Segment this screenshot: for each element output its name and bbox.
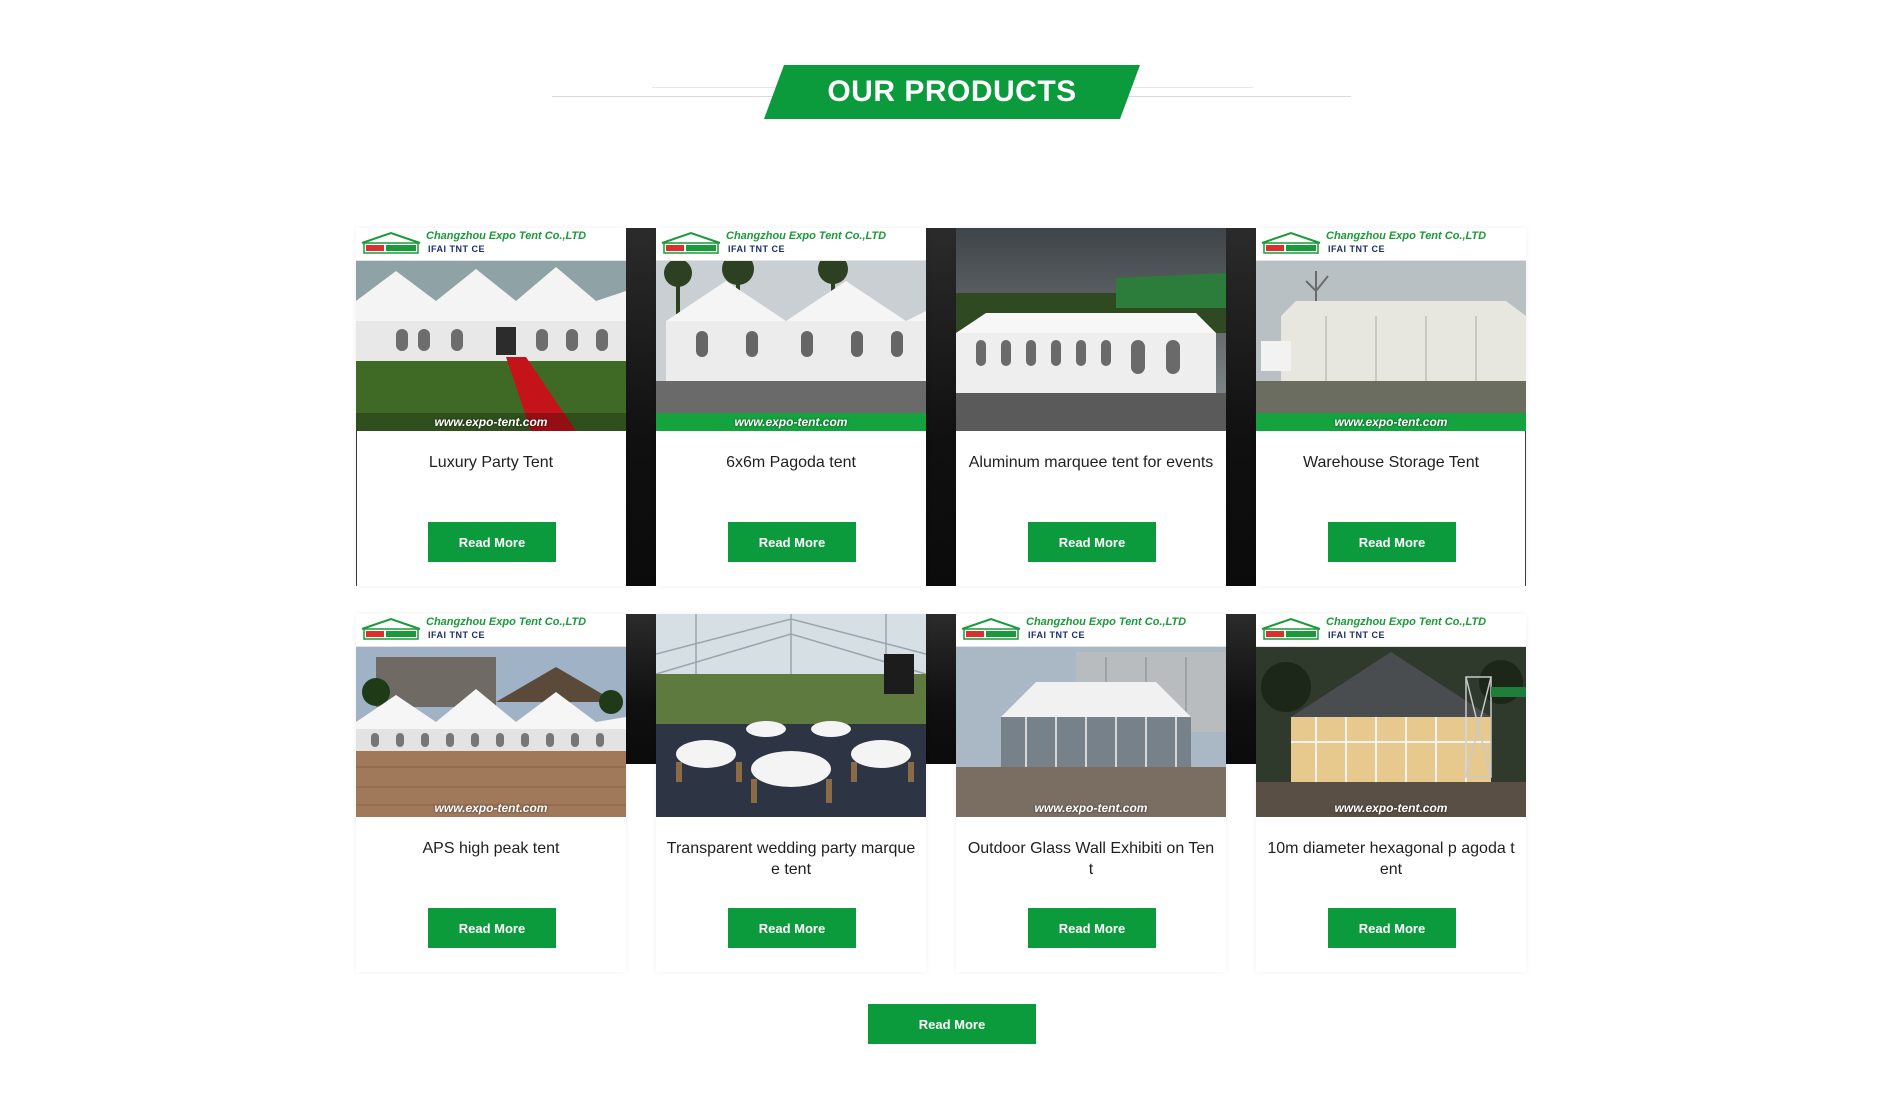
aluminum-marquee-photo [956,228,1226,431]
card-gap-decoration [626,614,656,764]
product-title[interactable]: Transparent wedding party marquee tent [666,838,916,880]
product-row: Changzhou Expo Tent Co.,LTD IFAI TNT CE [356,614,1528,972]
product-title[interactable]: 6x6m Pagoda tent [666,452,916,473]
read-more-button[interactable]: Read More [428,522,556,562]
read-more-button[interactable]: Read More [1028,522,1156,562]
products-section: OUR PRODUCTS Changzhou Expo Tent Co.,LTD… [0,0,1903,1095]
product-title[interactable]: Luxury Party Tent [366,452,616,473]
view-all-read-more-button[interactable]: Read More [868,1004,1036,1044]
expo-logo-icon [1261,617,1321,640]
read-more-button[interactable]: Read More [728,908,856,948]
heading-divider-left [552,96,780,97]
aps-high-peak-tent-photo [356,647,626,817]
product-title[interactable]: Outdoor Glass Wall Exhibiti on Tent [966,838,1216,880]
product-card: Changzhou Expo Tent Co.,LTD IFAI TNT CE [356,614,626,972]
url-bar: www.expo-tent.com [1256,799,1526,817]
warehouse-storage-tent-photo [1256,261,1526,431]
heading-divider-right-upper [1125,87,1253,88]
brand-strip: Changzhou Expo Tent Co.,LTD IFAI TNT CE [656,228,926,261]
brand-company-name: Changzhou Expo Tent Co.,LTD [1326,616,1487,628]
brand-url: www.expo-tent.com [434,415,548,429]
product-image[interactable] [656,614,926,817]
brand-company-name: Changzhou Expo Tent Co.,LTD [1326,230,1487,242]
product-image[interactable]: Changzhou Expo Tent Co.,LTD IFAI TNT CE [656,228,926,431]
read-more-button[interactable]: Read More [428,908,556,948]
expo-logo-icon [361,231,421,254]
hexagonal-pagoda-tent-photo [1256,647,1526,817]
brand-badges: IFAI TNT CE [1328,630,1385,640]
brand-badges: IFAI TNT CE [428,244,485,254]
product-card: Changzhou Expo Tent Co.,LTD IFAI TNT CE [656,228,926,586]
product-image[interactable]: Changzhou Expo Tent Co.,LTD IFAI TNT CE [356,614,626,817]
product-row: Changzhou Expo Tent Co.,LTD IFAI TNT CE [356,228,1528,586]
heading-divider-right [1125,96,1351,97]
brand-strip: Changzhou Expo Tent Co.,LTD IFAI TNT CE [956,614,1226,647]
product-card: Changzhou Expo Tent Co.,LTD IFAI TNT CE [356,228,626,586]
brand-badges: IFAI TNT CE [728,244,785,254]
brand-badges: IFAI TNT CE [428,630,485,640]
luxury-party-tent-photo [356,261,626,431]
brand-badges: IFAI TNT CE [1028,630,1085,640]
product-title[interactable]: Aluminum marquee tent for events [966,452,1216,473]
product-image[interactable]: Changzhou Expo Tent Co.,LTD IFAI TNT CE [1256,614,1526,817]
read-more-button[interactable]: Read More [728,522,856,562]
heading-divider-left-upper [652,87,780,88]
product-card: Aluminum marquee tent for events Read Mo… [956,228,1226,586]
brand-company-name: Changzhou Expo Tent Co.,LTD [426,230,587,242]
url-bar: www.expo-tent.com [956,799,1226,817]
brand-strip: Changzhou Expo Tent Co.,LTD IFAI TNT CE [356,614,626,647]
glass-wall-exhibition-tent-photo [956,647,1226,817]
expo-logo-icon [1261,231,1321,254]
product-title[interactable]: APS high peak tent [366,838,616,859]
product-image[interactable]: Changzhou Expo Tent Co.,LTD IFAI TNT CE [356,228,626,431]
brand-company-name: Changzhou Expo Tent Co.,LTD [1026,616,1187,628]
brand-strip: Changzhou Expo Tent Co.,LTD IFAI TNT CE [1256,614,1526,647]
product-title[interactable]: Warehouse Storage Tent [1266,452,1516,473]
url-bar: www.expo-tent.com [656,413,926,431]
product-image[interactable]: Changzhou Expo Tent Co.,LTD IFAI TNT CE [956,614,1226,817]
brand-url: www.expo-tent.com [1034,801,1148,815]
pagoda-tent-photo [656,261,926,431]
product-card: Changzhou Expo Tent Co.,LTD IFAI TNT CE [1256,228,1526,586]
brand-url: www.expo-tent.com [1334,801,1448,815]
product-card: Changzhou Expo Tent Co.,LTD IFAI TNT CE [1256,614,1526,972]
url-bar: www.expo-tent.com [356,799,626,817]
brand-badges: IFAI TNT CE [1328,244,1385,254]
product-card: Changzhou Expo Tent Co.,LTD IFAI TNT CE [956,614,1226,972]
expo-logo-icon [361,617,421,640]
card-gap-decoration [1226,614,1256,764]
transparent-wedding-marquee-photo [656,614,926,817]
expo-logo-icon [661,231,721,254]
read-more-button[interactable]: Read More [1028,908,1156,948]
expo-logo-icon [961,617,1021,640]
card-gap-decoration [926,228,956,586]
url-bar: www.expo-tent.com [356,413,626,431]
section-title: OUR PRODUCTS [827,75,1077,108]
card-gap-decoration [1226,228,1256,586]
product-image[interactable] [956,228,1226,431]
brand-url: www.expo-tent.com [1334,415,1448,429]
product-title[interactable]: 10m diameter hexagonal p agoda tent [1266,838,1516,880]
brand-strip: Changzhou Expo Tent Co.,LTD IFAI TNT CE [1256,228,1526,261]
brand-company-name: Changzhou Expo Tent Co.,LTD [726,230,887,242]
section-heading: OUR PRODUCTS [0,60,1903,120]
read-more-button[interactable]: Read More [1328,908,1456,948]
brand-url: www.expo-tent.com [434,801,548,815]
read-more-button[interactable]: Read More [1328,522,1456,562]
card-gap-decoration [926,614,956,764]
url-bar: www.expo-tent.com [1256,413,1526,431]
brand-company-name: Changzhou Expo Tent Co.,LTD [426,616,587,628]
product-grid: Changzhou Expo Tent Co.,LTD IFAI TNT CE [356,228,1528,1000]
brand-strip: Changzhou Expo Tent Co.,LTD IFAI TNT CE [356,228,626,261]
card-gap-decoration [626,228,656,586]
heading-banner: OUR PRODUCTS [764,65,1140,119]
product-card: Transparent wedding party marquee tent R… [656,614,926,972]
brand-url: www.expo-tent.com [734,415,848,429]
product-image[interactable]: Changzhou Expo Tent Co.,LTD IFAI TNT CE [1256,228,1526,431]
